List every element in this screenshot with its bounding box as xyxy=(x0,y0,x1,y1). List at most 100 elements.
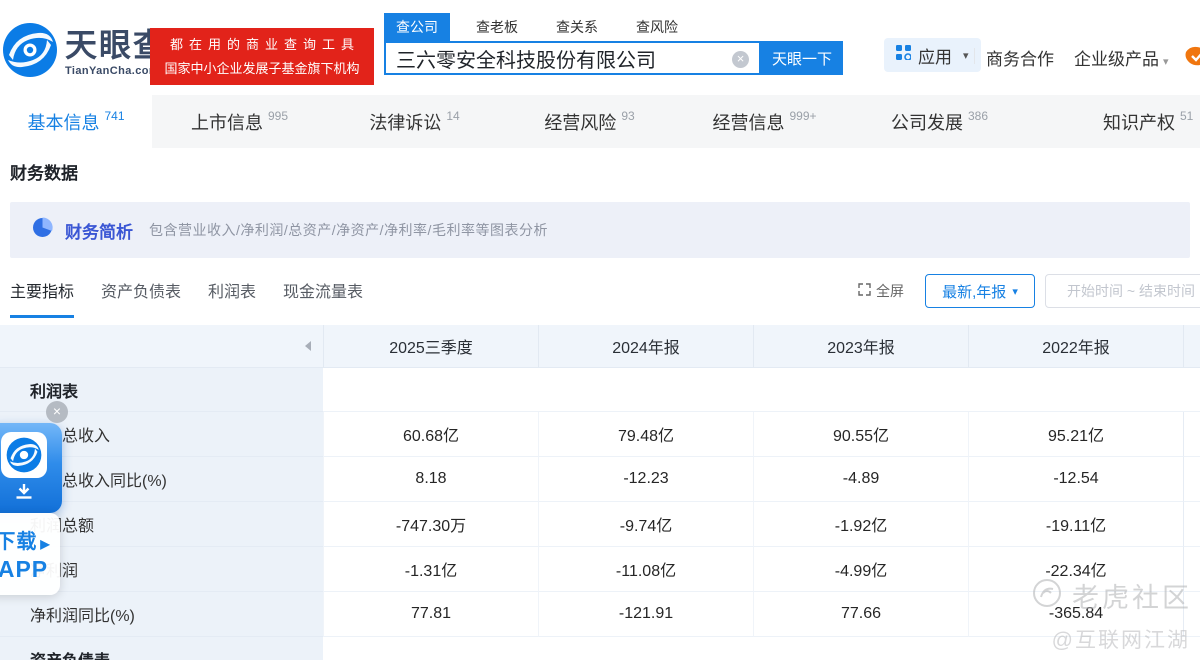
nav-tab-count: 999+ xyxy=(789,109,816,123)
main-nav: 基本信息 741 上市信息995法律诉讼14 经营风险 93 经营信息 999+ 公司发展 38… xyxy=(0,95,1200,148)
header-divider xyxy=(974,48,975,64)
apps-menu[interactable]: 应用 ▾ xyxy=(884,38,981,72)
nav-tab-count: 741 xyxy=(104,109,124,123)
search-button[interactable]: 天眼一下 xyxy=(761,41,843,75)
table-cell-partial xyxy=(1183,592,1200,637)
app-download-promo[interactable] xyxy=(0,423,62,513)
nav-tab-basic-info[interactable]: 基本信息 741 xyxy=(0,95,152,148)
report-tab-key-indicators[interactable]: 主要指标 xyxy=(10,278,74,318)
table-cell: -365.84 xyxy=(968,592,1183,637)
period-filter-button[interactable]: 最新,年报▾ xyxy=(925,274,1035,308)
financial-table: 2025三季度2024年报2023年报2022年报利润表营业总收入60.68亿7… xyxy=(0,325,1200,660)
promo-close-icon[interactable]: × xyxy=(46,401,68,423)
search-tab-search-risk[interactable]: 查风险 xyxy=(624,13,690,41)
nav-tab-label: 法律诉讼 xyxy=(369,109,441,135)
nav-tab-listing-info[interactable]: 上市信息995 xyxy=(152,95,327,148)
nav-tab-count: 51 xyxy=(1180,109,1193,123)
promo-badge-line2: 国家中小企业发展子基金旗下机构 xyxy=(164,57,359,81)
search-input-value: 三六零安全科技股份有限公司 xyxy=(396,44,656,73)
nav-tab-label: 公司发展 xyxy=(891,109,963,135)
tianyancha-page: 天眼查 TianYanCha.com 都在用的商业查询工具 国家中小企业发展子基… xyxy=(0,0,1200,660)
search-input[interactable]: 三六零安全科技股份有限公司 × xyxy=(384,41,761,75)
table-cell: 8.18 xyxy=(323,457,538,502)
content: 财务数据 财务简析 包含营业收入/净利润/总资产/净资产/净利率/毛利率等图表分… xyxy=(0,148,1200,660)
nav-tab-label: 上市信息 xyxy=(191,109,263,135)
table-cell: 60.68亿 xyxy=(323,412,538,457)
clear-icon[interactable]: × xyxy=(732,51,749,68)
section-label: 资产负债表 xyxy=(0,637,323,660)
download-arrow-icon xyxy=(14,483,34,506)
nav-tab-business-risk[interactable]: 经营风险 93 xyxy=(502,95,677,148)
chevron-down-icon: ▾ xyxy=(963,49,969,62)
logo[interactable]: 天眼查 TianYanCha.com xyxy=(2,22,167,83)
search-tabs: 查公司查老板查关系查风险 xyxy=(384,15,843,41)
column-header: 2023年报 xyxy=(753,325,968,368)
search-area: 查公司查老板查关系查风险 三六零安全科技股份有限公司 × 天眼一下 xyxy=(384,15,843,75)
table-cell-partial xyxy=(1183,457,1200,502)
promo-badge-line1: 都在用的商业查询工具 xyxy=(170,33,360,57)
row-label: 净利润同比(%) xyxy=(0,592,323,637)
column-header: 2025三季度 xyxy=(323,325,538,368)
nav-tab-count: 386 xyxy=(968,109,988,123)
table-corner-cell xyxy=(0,325,323,368)
table-cell: 95.21亿 xyxy=(968,412,1183,457)
table-cell: -11.08亿 xyxy=(538,547,753,592)
nav-tab-count: 93 xyxy=(621,109,634,123)
report-tab-balance-sheet[interactable]: 资产负债表 xyxy=(101,278,181,318)
search-tab-search-company[interactable]: 查公司 xyxy=(384,13,450,41)
grid-icon xyxy=(896,45,911,65)
table-cell: -1.31亿 xyxy=(323,547,538,592)
nav-tab-company-development[interactable]: 公司发展 386 xyxy=(852,95,1027,148)
table-cell: -121.91 xyxy=(538,592,753,637)
banner-description: 包含营业收入/净利润/总资产/净资产/净利率/毛利率等图表分析 xyxy=(149,220,548,240)
top-header: 天眼查 TianYanCha.com 都在用的商业查询工具 国家中小企业发展子基… xyxy=(0,0,1200,95)
report-tab-income-statement[interactable]: 利润表 xyxy=(208,278,256,318)
page-title: 财务数据 xyxy=(10,162,1200,186)
nav-tab-legal-proceedings[interactable]: 法律诉讼14 xyxy=(327,95,502,148)
table-cell-partial xyxy=(1183,502,1200,547)
table-cell: 90.55亿 xyxy=(753,412,968,457)
report-tab-cash-flow[interactable]: 现金流量表 xyxy=(283,278,363,318)
column-header-partial xyxy=(1183,325,1200,368)
table-cell: -22.34亿 xyxy=(968,547,1183,592)
column-header: 2024年报 xyxy=(538,325,753,368)
table-cell: 79.48亿 xyxy=(538,412,753,457)
apps-menu-label: 应用 xyxy=(918,43,952,68)
collapse-chevron-icon[interactable] xyxy=(305,341,311,351)
report-tabs: 主要指标资产负债表利润表现金流量表 xyxy=(10,278,390,318)
nav-tab-label: 经营信息 xyxy=(712,109,784,135)
table-cell-partial xyxy=(1183,412,1200,457)
menu-business-cooperation[interactable]: 商务合作 xyxy=(986,45,1054,70)
table-cell: -747.30万 xyxy=(323,502,538,547)
fullscreen-button[interactable]: 全屏 xyxy=(858,281,904,301)
finance-summary-banner[interactable]: 财务简析 包含营业收入/净利润/总资产/净资产/净利率/毛利率等图表分析 xyxy=(10,202,1190,258)
table-cell: -12.54 xyxy=(968,457,1183,502)
nav-tab-label: 经营风险 xyxy=(544,109,616,135)
search-tab-search-relations[interactable]: 查关系 xyxy=(544,13,610,41)
vip-icon[interactable] xyxy=(1184,44,1200,73)
nav-tab-label: 基本信息 xyxy=(27,109,99,135)
table-cell: -1.92亿 xyxy=(753,502,968,547)
chevron-down-icon: ▾ xyxy=(1012,285,1018,298)
expand-icon xyxy=(858,283,871,299)
play-icon: ▶ xyxy=(40,537,50,551)
fullscreen-label: 全屏 xyxy=(876,281,904,301)
menu-enterprise-products[interactable]: 企业级产品▾ xyxy=(1074,45,1169,70)
table-cell-partial xyxy=(1183,547,1200,592)
table-cell: -12.23 xyxy=(538,457,753,502)
column-header: 2022年报 xyxy=(968,325,1183,368)
report-toolbar: 主要指标资产负债表利润表现金流量表 全屏 最新,年报▾ 开始时间 ~ 结束时间 xyxy=(10,272,1190,318)
table-cell: -9.74亿 xyxy=(538,502,753,547)
nav-tab-intellectual-property[interactable]: 知识产权51 xyxy=(1027,95,1200,148)
nav-tab-business-info[interactable]: 经营信息 999+ xyxy=(677,95,852,148)
banner-title: 财务简析 xyxy=(65,218,133,243)
section-row-spacer xyxy=(323,368,1200,412)
app-download-label[interactable]: 下载▶ APP xyxy=(0,513,60,595)
table-cell: 77.81 xyxy=(323,592,538,637)
search-tab-search-boss[interactable]: 查老板 xyxy=(464,13,530,41)
table-cell: -19.11亿 xyxy=(968,502,1183,547)
section-row-spacer xyxy=(323,637,1200,660)
table-cell: -4.99亿 xyxy=(753,547,968,592)
date-range-input[interactable]: 开始时间 ~ 结束时间 xyxy=(1045,274,1200,308)
promo-badge: 都在用的商业查询工具 国家中小企业发展子基金旗下机构 xyxy=(150,28,374,85)
